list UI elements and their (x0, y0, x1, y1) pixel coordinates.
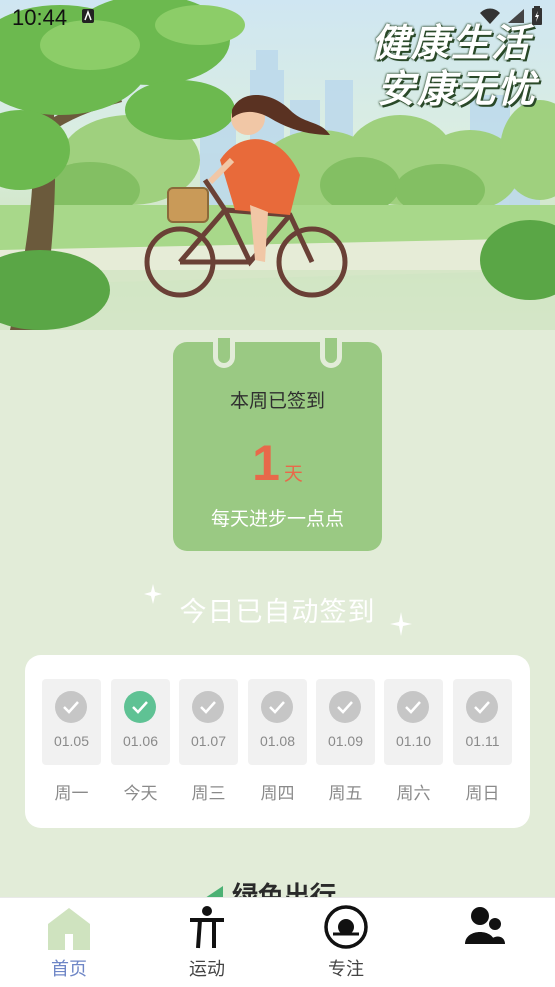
tab-label: 专注 (328, 959, 364, 980)
tab-exercise[interactable]: 运动 (138, 898, 276, 987)
status-bar: 10:44 (0, 0, 555, 36)
day-date: 01.08 (259, 733, 296, 749)
tab-focus[interactable]: 专注 (277, 898, 415, 987)
cell-signal-icon (507, 8, 525, 28)
check-circle-icon (55, 691, 87, 723)
day-date: 01.09 (327, 733, 364, 749)
checkin-card-subtitle: 每天进步一点点 (210, 508, 344, 530)
day-cell-3[interactable]: 01.08 周四 (248, 679, 307, 804)
day-cell-1[interactable]: 01.06 今天 (111, 679, 170, 804)
battery-icon (531, 6, 543, 30)
day-label: 今天 (123, 784, 158, 804)
day-date: 01.07 (190, 733, 227, 749)
day-label: 周三 (191, 784, 226, 804)
calendar-ring-left (213, 338, 235, 368)
profile-icon (461, 904, 507, 950)
wifi-icon (479, 8, 501, 28)
weekly-checkin-card: 本周已签到 1天 每天进步一点点 (173, 338, 382, 551)
day-cell-5[interactable]: 01.10 周六 (384, 679, 443, 804)
day-label: 周一 (54, 784, 89, 804)
checkin-count-number: 1 (252, 435, 280, 491)
status-time: 10:44 (12, 5, 68, 30)
focus-icon (323, 904, 369, 950)
day-label: 周四 (260, 784, 295, 804)
checkin-count: 1天 (173, 434, 382, 492)
check-circle-icon (261, 691, 293, 723)
calendar-ring-right (320, 338, 342, 368)
notification-icon (81, 8, 95, 28)
day-date: 01.05 (53, 733, 90, 749)
bottom-tab-bar: 首页 运动 专注 (0, 897, 555, 987)
check-circle-icon (397, 691, 429, 723)
day-label: 周六 (396, 784, 431, 804)
day-label: 周日 (465, 784, 500, 804)
day-cell-2[interactable]: 01.07 周三 (179, 679, 238, 804)
check-circle-icon (466, 691, 498, 723)
slogan-line-2: 安康无忧 (376, 67, 537, 111)
checkin-card-title: 本周已签到 (229, 390, 325, 412)
tab-profile[interactable] (415, 898, 553, 987)
tab-home[interactable]: 首页 (0, 898, 138, 987)
check-circle-icon (124, 691, 156, 723)
day-cell-0[interactable]: 01.05 周一 (42, 679, 101, 804)
day-cell-6[interactable]: 01.11 周日 (453, 679, 512, 804)
check-circle-icon (329, 691, 361, 723)
day-date: 01.10 (395, 733, 432, 749)
tab-label: 首页 (51, 959, 87, 980)
day-label: 周五 (328, 784, 363, 804)
home-icon (46, 904, 92, 950)
check-circle-icon (192, 691, 224, 723)
day-date: 01.11 (465, 733, 500, 749)
exercise-icon (184, 904, 230, 950)
hero-banner: 10:44 健康生活 安康无忧 (0, 0, 555, 330)
day-cell-4[interactable]: 01.09 周五 (316, 679, 375, 804)
day-date: 01.06 (122, 733, 159, 749)
tab-label: 运动 (189, 959, 225, 980)
auto-checkin-message: 今日已自动签到 (179, 597, 376, 628)
week-checkin-panel: 01.05 周一 01.06 今天 01.07 周三 01.08 周四 01.0… (25, 655, 530, 828)
checkin-count-unit: 天 (283, 463, 303, 485)
